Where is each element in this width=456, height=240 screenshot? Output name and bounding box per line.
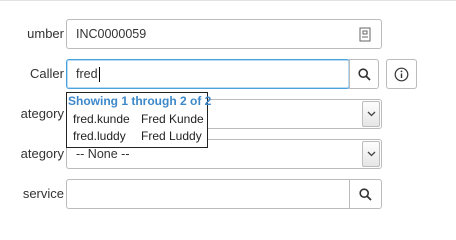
search-icon [359, 187, 372, 201]
caller-input[interactable]: fred [66, 59, 350, 89]
chevron-down-icon[interactable] [362, 101, 380, 127]
caller-info-button[interactable] [386, 59, 417, 89]
category-label: ategory [20, 106, 64, 121]
number-field[interactable]: INC0000059 [66, 19, 382, 49]
top-divider [0, 0, 456, 1]
info-icon [394, 67, 409, 81]
autocomplete-user-id: fred.luddy [73, 129, 126, 143]
caller-row: Caller fred [0, 58, 456, 90]
number-value: INC0000059 [76, 27, 147, 41]
autocomplete-item[interactable]: fred.kunde Fred Kunde [73, 111, 204, 128]
caller-autocomplete-dropdown: Showing 1 through 2 of 2 fred.kunde Fred… [66, 92, 212, 148]
autocomplete-user-name: Fred Luddy [141, 129, 202, 143]
search-icon [357, 67, 371, 81]
autocomplete-item[interactable]: fred.luddy Fred Luddy [73, 128, 202, 145]
service-lookup-button[interactable] [349, 180, 381, 208]
number-row: umber INC0000059 [0, 18, 456, 50]
autocomplete-user-name: Fred Kunde [141, 112, 204, 126]
caller-lookup-button[interactable] [349, 59, 379, 89]
autocomplete-header: Showing 1 through 2 of 2 [68, 94, 212, 108]
subcategory-label: ategory [20, 146, 64, 161]
chevron-down-icon[interactable] [362, 141, 380, 167]
service-label: service [22, 186, 64, 201]
number-label: umber [27, 26, 64, 41]
caller-label: Caller [30, 66, 64, 81]
autocomplete-user-id: fred.kunde [73, 112, 130, 126]
caller-value: fred [76, 67, 100, 83]
service-row: service [0, 178, 456, 210]
service-input[interactable] [66, 179, 382, 209]
document-icon[interactable] [349, 20, 381, 48]
